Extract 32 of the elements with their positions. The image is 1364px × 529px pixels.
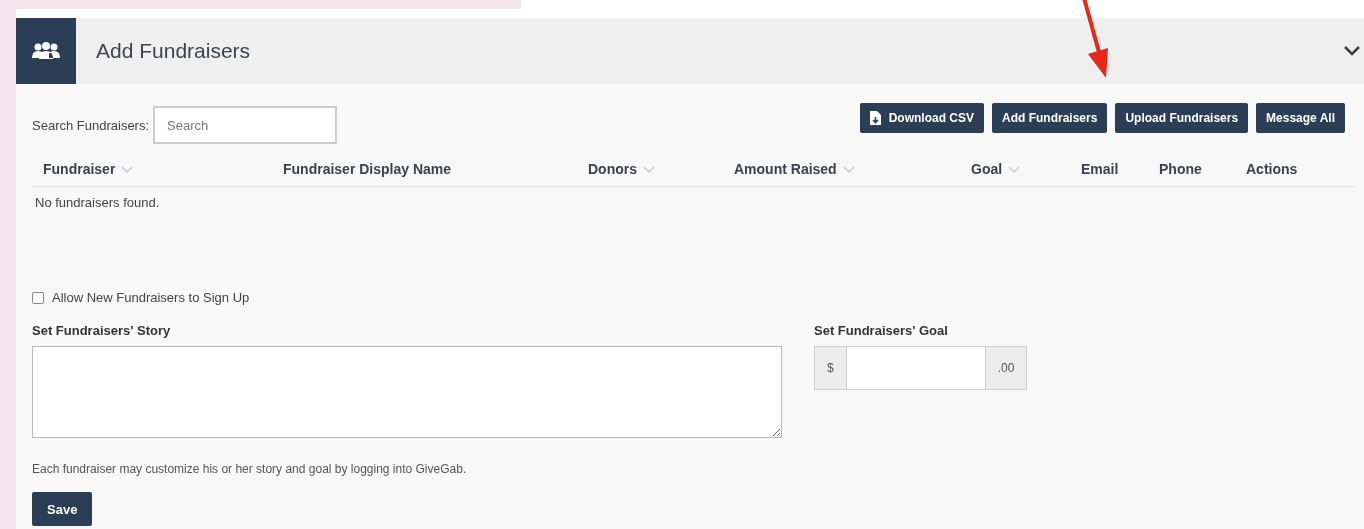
column-header[interactable]: Goal	[971, 161, 1003, 177]
checkbox-label: Allow New Fundraisers to Sign Up	[52, 290, 250, 305]
empty-message: No fundraisers found.	[34, 194, 161, 212]
sort-caret-icon[interactable]	[121, 165, 134, 173]
cents-addon: .00	[984, 346, 1028, 390]
panel-title: Add Fundraisers	[96, 39, 252, 63]
search-label: Search Fundraisers:	[32, 117, 150, 133]
column-header[interactable]: Amount Raised	[734, 161, 837, 177]
toolbar-button[interactable]: Download CSV	[859, 103, 985, 133]
checkbox[interactable]	[32, 291, 44, 304]
goal-label: Set Fundraisers' Goal	[814, 323, 949, 338]
chevron-icon[interactable]	[1343, 45, 1361, 57]
story-field[interactable]	[32, 346, 782, 438]
column-header[interactable]: Phone	[1159, 161, 1202, 177]
column-header[interactable]: Email	[1081, 161, 1119, 177]
file-download-icon	[869, 111, 881, 125]
sort-caret-icon[interactable]	[842, 165, 855, 173]
save-button[interactable]: Save	[32, 492, 93, 526]
goal-field[interactable]	[846, 346, 985, 390]
toolbar-button[interactable]: Message All	[1256, 103, 1345, 133]
search-field[interactable]: Search	[153, 106, 338, 144]
column-header[interactable]: Donors	[588, 161, 637, 177]
column-header[interactable]: Fundraiser	[43, 161, 116, 177]
help-text: Each fundraiser may customize his or her story and goal by logging into GiveGab.	[32, 462, 468, 476]
column-header[interactable]: Actions	[1246, 161, 1298, 177]
sort-caret-icon[interactable]	[643, 165, 655, 173]
story-label: Set Fundraisers' Story	[32, 323, 172, 338]
currency-addon: $	[814, 346, 847, 390]
column-header[interactable]: Fundraiser Display Name	[283, 161, 452, 177]
sort-caret-icon[interactable]	[1008, 165, 1021, 173]
toolbar-button[interactable]: Upload Fundraisers	[1115, 103, 1249, 133]
toolbar-button[interactable]: Add Fundraisers	[992, 103, 1108, 133]
